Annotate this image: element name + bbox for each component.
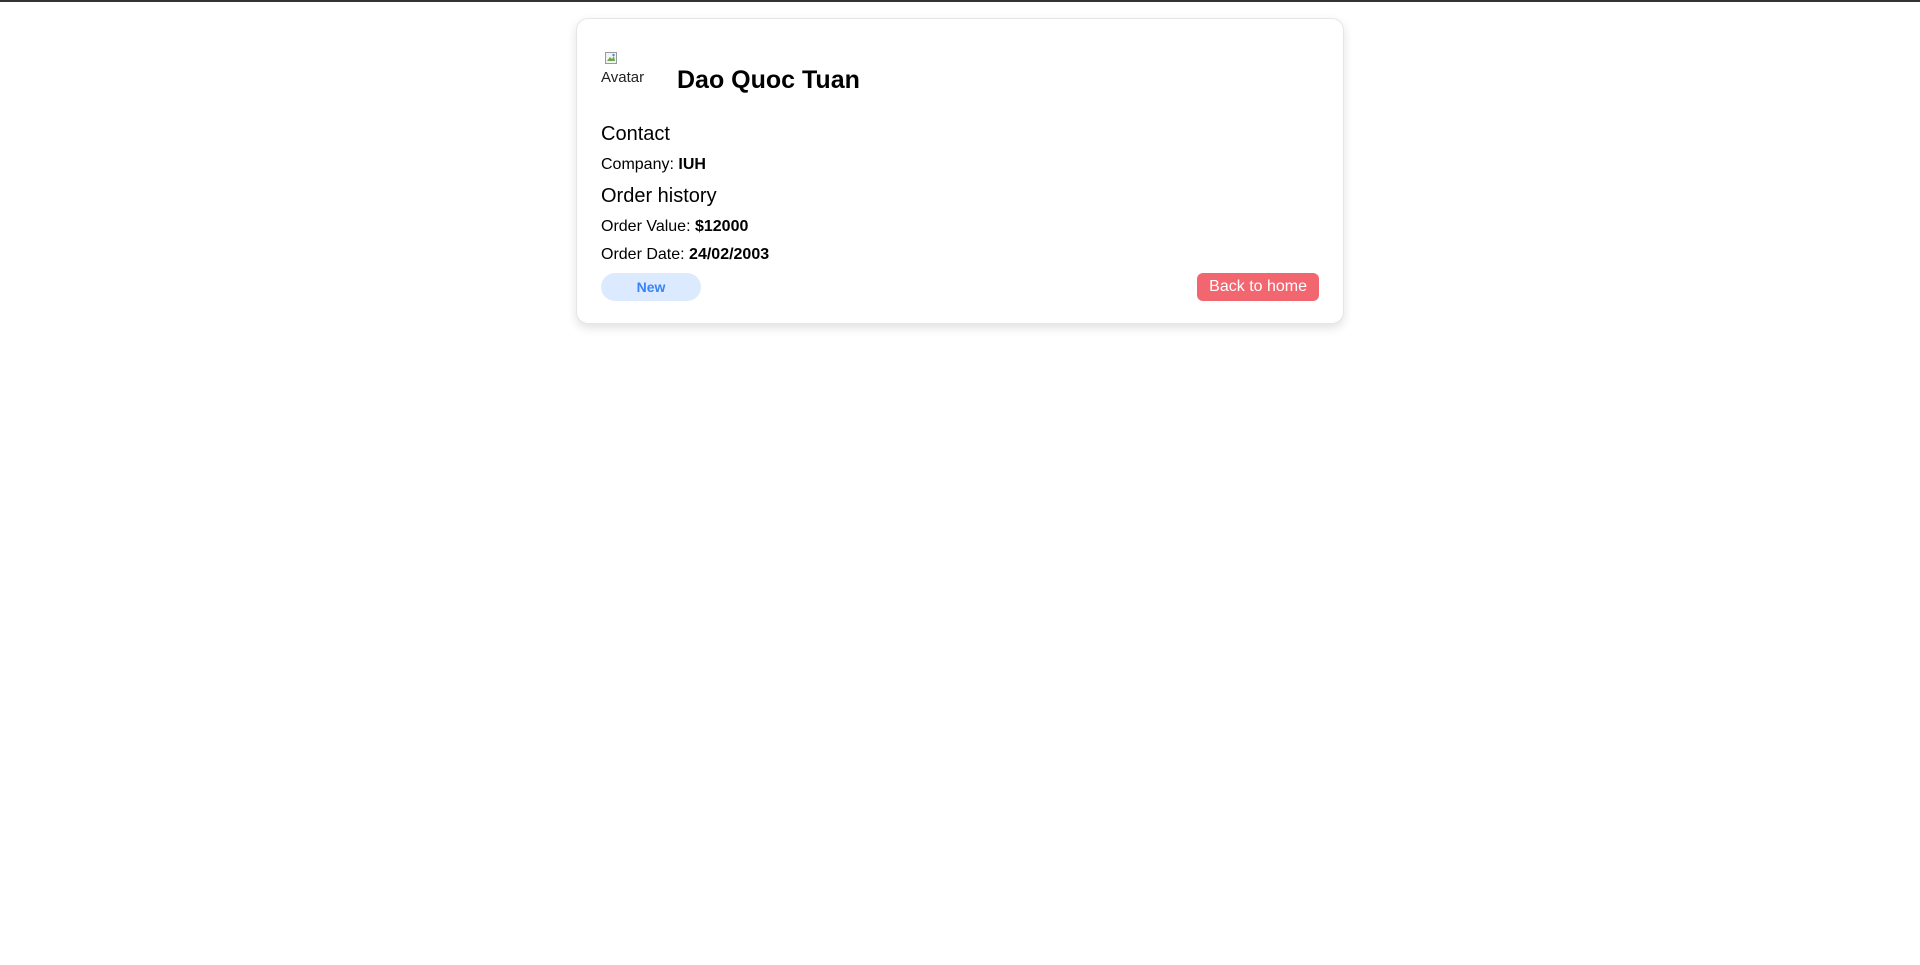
order-history-heading: Order history: [601, 185, 717, 207]
order-value-row: Order Value: $12000: [601, 217, 1319, 237]
broken-image-icon: [605, 52, 617, 64]
order-date: 24/02/2003: [689, 246, 770, 263]
card-footer: New Back to home: [601, 273, 1319, 301]
company-row: Company: IUH: [601, 155, 1319, 175]
avatar-alt-text: Avatar: [601, 69, 645, 86]
order-value: $12000: [694, 218, 749, 235]
status-badge: New: [601, 273, 701, 301]
card-header: Avatar Dao Quoc Tuan: [601, 43, 1319, 105]
back-to-home-button[interactable]: Back to home: [1197, 273, 1319, 301]
customer-detail-card: Avatar Dao Quoc Tuan Contact Company: IU…: [576, 18, 1344, 324]
order-date-row: Order Date: 24/02/2003: [601, 245, 1319, 265]
customer-name: Dao Quoc Tuan: [677, 65, 860, 94]
contact-heading: Contact: [601, 123, 670, 145]
company-value: IUH: [678, 156, 706, 173]
company-label: Company:: [601, 156, 674, 173]
top-border: [0, 0, 1920, 2]
order-value-label: Order Value:: [601, 218, 691, 235]
avatar: Avatar: [601, 52, 653, 96]
order-date-label: Order Date:: [601, 246, 685, 263]
